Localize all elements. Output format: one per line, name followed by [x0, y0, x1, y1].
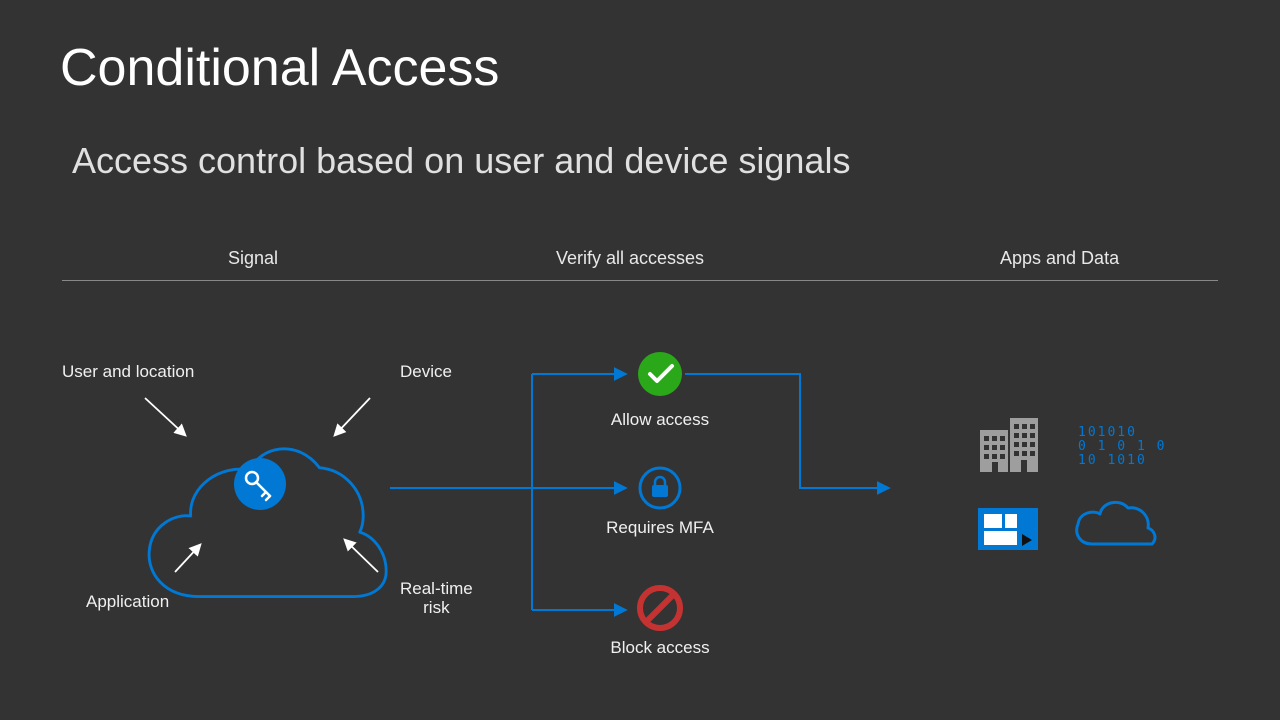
cloud-key-icon [149, 449, 386, 597]
verify-block-label: Block access [580, 638, 740, 658]
signal-application: Application [86, 592, 169, 612]
page-subtitle: Access control based on user and device … [72, 140, 850, 182]
cloud-icon [1077, 502, 1155, 544]
block-circle-icon [640, 588, 680, 628]
column-header-verify: Verify all accesses [556, 248, 704, 269]
verify-allow-label: Allow access [580, 410, 740, 430]
column-header-apps: Apps and Data [1000, 248, 1119, 269]
verify-mfa-label: Requires MFA [580, 518, 740, 538]
svg-text:101010: 101010 [1078, 425, 1137, 440]
signal-real-time-risk: Real-time risk [400, 580, 473, 617]
lock-circle-icon [640, 468, 680, 508]
windows-tile-icon [978, 508, 1038, 550]
signal-arrows [145, 398, 378, 572]
header-divider [62, 280, 1218, 281]
check-circle-icon [638, 352, 682, 396]
page-title: Conditional Access [60, 38, 499, 98]
diagram-svg: 101010 0 1 0 1 0 10 1010 [0, 0, 1280, 720]
building-icon [980, 418, 1038, 472]
binary-icon: 101010 0 1 0 1 0 10 1010 [1078, 425, 1166, 468]
signal-device: Device [400, 362, 452, 382]
svg-text:0 1 0 1 0: 0 1 0 1 0 [1078, 439, 1166, 454]
svg-text:10 1010: 10 1010 [1078, 453, 1147, 468]
signal-user-location: User and location [62, 362, 194, 382]
column-header-signal: Signal [228, 248, 278, 269]
